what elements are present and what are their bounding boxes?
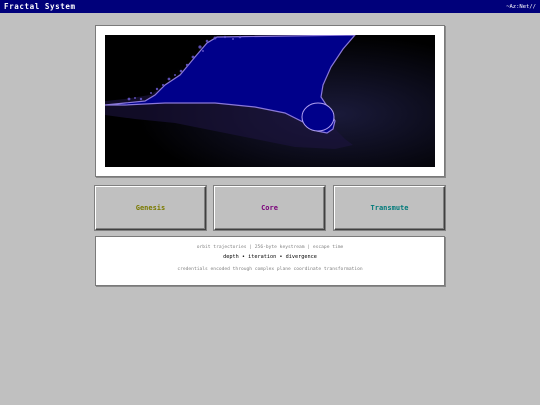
fractal-viewer bbox=[95, 25, 445, 177]
network-indicator: ~Az:Net// bbox=[506, 3, 536, 10]
action-buttons: Genesis Core Transmute bbox=[95, 186, 445, 230]
title-bar: Fractal System ~Az:Net// bbox=[0, 0, 540, 13]
genesis-button[interactable]: Genesis bbox=[95, 186, 206, 230]
info-keywords: depth • iteration • divergence bbox=[223, 254, 317, 260]
info-panel: orbit trajectories | 256-byte keystream … bbox=[95, 236, 445, 286]
transmute-button[interactable]: Transmute bbox=[334, 186, 445, 230]
window-title: Fractal System bbox=[4, 2, 76, 11]
core-button[interactable]: Core bbox=[214, 186, 325, 230]
mandelbrot-fractal-render bbox=[105, 35, 435, 167]
info-description: credentials encoded through complex plan… bbox=[177, 267, 363, 272]
info-subtitle: orbit trajectories | 256-byte keystream … bbox=[196, 245, 344, 250]
fractal-canvas[interactable] bbox=[105, 35, 435, 167]
